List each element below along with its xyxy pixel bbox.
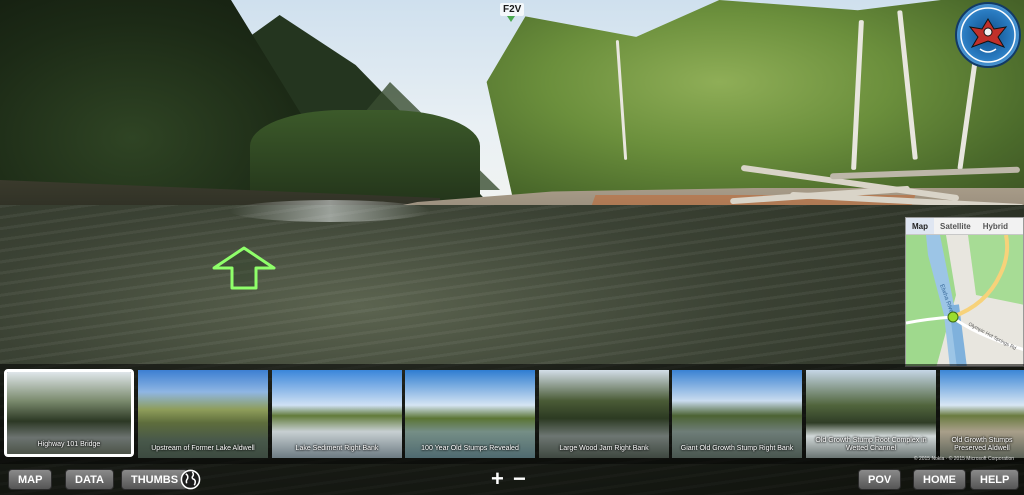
globe-icon[interactable] — [180, 469, 201, 490]
thumbnail-caption: Lake Sediment Right Bank — [295, 445, 379, 452]
help-button[interactable]: HELP — [970, 469, 1020, 490]
map-canvas[interactable]: Elwha River Olympic Hot Springs Rd — [906, 234, 1023, 366]
thumbnail-item[interactable]: Lake Sediment Right Bank — [272, 370, 402, 458]
thunderbird-emblem-icon — [960, 7, 1016, 63]
location-marker-label[interactable]: F2V — [500, 3, 525, 16]
thumbnail-item[interactable]: Giant Old Growth Stump Right Bank — [672, 370, 802, 458]
home-button[interactable]: HOME — [913, 469, 966, 490]
map-graphic: Elwha River Olympic Hot Springs Rd — [906, 234, 1023, 366]
tribe-logo[interactable] — [955, 2, 1021, 68]
thumbs-button[interactable]: THUMBS — [121, 469, 189, 490]
thumbnail-caption: Highway 101 Bridge — [37, 441, 101, 448]
thumbnail-strip: Highway 101 Bridge Upstream of Former La… — [0, 364, 1024, 464]
thumbnail-caption: Old Growth Stump Root Complex in Wetted … — [815, 437, 927, 452]
thumbnail-item[interactable]: Large Wood Jam Right Bank — [539, 370, 669, 458]
thumbnail-item[interactable]: Upstream of Former Lake Aldwell — [138, 370, 268, 458]
thumbnail-item[interactable]: Highway 101 Bridge — [4, 369, 134, 457]
zoom-in-button[interactable]: + — [491, 466, 504, 492]
thumbnail-caption: Upstream of Former Lake Aldwell — [151, 445, 255, 452]
driftwood-pile — [730, 164, 1024, 211]
mini-map[interactable]: Map Satellite Hybrid Elwha River Olympic… — [905, 217, 1024, 367]
thumbnail-caption: 100 Year Old Stumps Revealed — [421, 445, 519, 452]
location-marker-pin[interactable] — [507, 16, 515, 22]
thumbnail-caption: Old Growth Stumps Preserved Aldwell — [951, 437, 1013, 452]
map-type-tabs: Map Satellite Hybrid — [906, 218, 1023, 235]
map-attribution: © 2015 Nokia · © 2015 Microsoft Corporat… — [913, 456, 1015, 462]
river-rapids — [230, 200, 430, 222]
tab-satellite[interactable]: Satellite — [934, 218, 977, 234]
thumbnail-caption: Large Wood Jam Right Bank — [559, 445, 649, 452]
forward-arrow-icon[interactable] — [212, 246, 276, 292]
forest-left-lower — [250, 110, 480, 200]
zoom-out-button[interactable]: − — [513, 466, 526, 492]
tab-map[interactable]: Map — [906, 218, 934, 234]
thumbnail-item[interactable]: Old Growth Stumps Preserved Aldwell — [940, 370, 1024, 458]
data-button[interactable]: DATA — [65, 469, 114, 490]
tab-hybrid[interactable]: Hybrid — [977, 218, 1014, 234]
thumbnail-item[interactable]: 100 Year Old Stumps Revealed — [405, 370, 535, 458]
thumbnail-caption: Giant Old Growth Stump Right Bank — [680, 445, 794, 452]
map-button[interactable]: MAP — [8, 469, 53, 490]
thumbnail-item[interactable]: Old Growth Stump Root Complex in Wetted … — [806, 370, 936, 458]
pov-button[interactable]: POV — [858, 469, 902, 490]
